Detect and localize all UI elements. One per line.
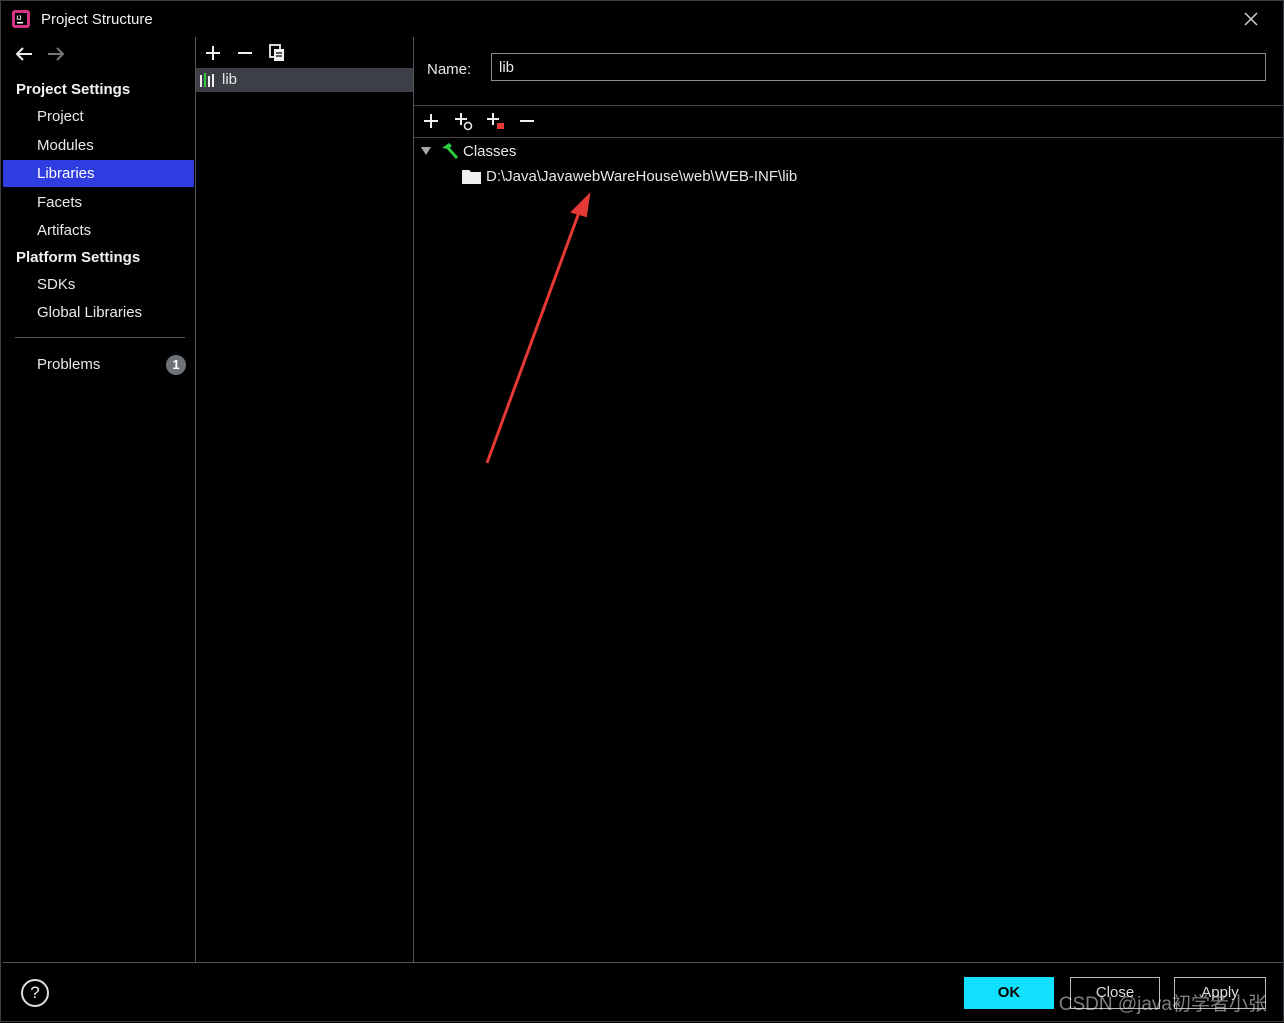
sidebar-item-project[interactable]: Project — [3, 103, 194, 130]
project-settings-heading: Project Settings — [16, 81, 131, 98]
close-button[interactable]: Close — [1070, 977, 1160, 1009]
intellij-app-icon: IJ — [12, 10, 30, 28]
add-root-icon[interactable] — [420, 111, 442, 131]
problems-count-badge: 1 — [166, 355, 186, 375]
collapse-triangle-icon[interactable] — [420, 145, 432, 157]
library-icon — [200, 73, 214, 87]
sidebar-item-modules[interactable]: Modules — [3, 132, 194, 159]
copy-library-icon[interactable] — [266, 43, 288, 63]
libraries-list-pane: lib — [196, 37, 414, 962]
close-window-icon[interactable] — [1241, 9, 1261, 29]
problems-label: Problems — [37, 356, 101, 373]
sidebar-divider — [15, 337, 185, 338]
ok-button[interactable]: OK — [964, 977, 1054, 1009]
add-jar-icon[interactable] — [484, 111, 506, 131]
sidebar-item-artifacts[interactable]: Artifacts — [3, 217, 194, 244]
name-divider — [414, 105, 1283, 106]
classes-path-item[interactable]: D:\Java\JavawebWareHouse\web\WEB-INF\lib — [486, 168, 797, 185]
toolbar-divider — [414, 137, 1283, 138]
sidebar-item-problems[interactable]: Problems 1 — [3, 351, 194, 378]
sidebar-item-global-libraries[interactable]: Global Libraries — [3, 299, 194, 326]
project-structure-dialog: IJ Project Structure Project Settings Pr… — [0, 0, 1284, 1022]
sidebar-item-facets[interactable]: Facets — [3, 189, 194, 216]
folder-icon — [462, 170, 481, 184]
dialog-footer: ? OK Close Apply CSDN @java初学者小张 — [3, 962, 1283, 1022]
back-arrow-icon[interactable] — [13, 45, 35, 63]
library-row-lib[interactable]: lib — [196, 68, 413, 92]
sidebar-item-sdks[interactable]: SDKs — [3, 271, 194, 298]
help-button[interactable]: ? — [21, 979, 49, 1007]
forward-arrow-icon[interactable] — [45, 45, 67, 63]
library-detail-pane: Name: Classes D:\Java\JavawebWareH — [414, 37, 1283, 962]
classes-hammer-icon — [442, 143, 459, 160]
platform-settings-heading: Platform Settings — [16, 249, 141, 266]
remove-library-icon[interactable] — [234, 43, 256, 63]
remove-root-icon[interactable] — [516, 111, 538, 131]
library-name: lib — [222, 71, 238, 88]
settings-sidebar: Project Settings Project Modules Librari… — [3, 37, 196, 962]
library-name-field[interactable] — [491, 53, 1266, 81]
svg-text:IJ: IJ — [17, 16, 22, 22]
apply-button[interactable]: Apply — [1174, 977, 1266, 1009]
title-bar: IJ Project Structure — [1, 1, 1283, 37]
add-url-root-icon[interactable] — [452, 111, 474, 131]
sidebar-item-libraries[interactable]: Libraries — [3, 160, 194, 187]
add-library-icon[interactable] — [202, 43, 224, 63]
window-title: Project Structure — [41, 11, 153, 28]
classes-node-label[interactable]: Classes — [463, 143, 516, 160]
name-label: Name: — [427, 61, 472, 78]
